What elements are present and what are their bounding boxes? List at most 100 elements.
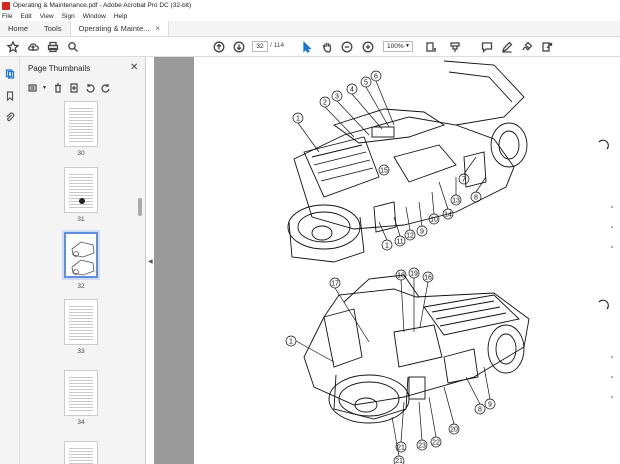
zoom-level-select[interactable]: 100% ▼ bbox=[383, 41, 413, 52]
acrobat-app-icon bbox=[2, 1, 10, 10]
diagram-label: 4 bbox=[350, 87, 354, 94]
binding-hole bbox=[598, 299, 609, 310]
thumbnail-number: 34 bbox=[77, 419, 85, 426]
tab-tools[interactable]: Tools bbox=[36, 21, 70, 36]
menu-edit[interactable]: Edit bbox=[20, 13, 31, 20]
highlight-marker-icon[interactable] bbox=[448, 40, 462, 54]
menu-file[interactable]: File bbox=[2, 13, 12, 20]
options-menu-icon[interactable] bbox=[26, 82, 40, 94]
rotate-clockwise-icon[interactable] bbox=[99, 82, 113, 94]
diagram-label: 5 bbox=[364, 80, 368, 87]
diagram-label: 13 bbox=[452, 198, 460, 205]
diagram-label: 11 bbox=[396, 239, 403, 246]
diagram-label: 1 bbox=[296, 116, 300, 123]
zoom-in-icon[interactable] bbox=[361, 40, 375, 54]
scrollbar-thumb[interactable] bbox=[138, 198, 142, 216]
diagram-label: 17 bbox=[331, 281, 339, 288]
diagram-label: 21 bbox=[397, 445, 405, 452]
diagram-label: 7 bbox=[462, 177, 466, 184]
tab-bar: Home Tools Operating & Mainte... × bbox=[0, 21, 620, 37]
tab-home-label: Home bbox=[8, 24, 29, 33]
diagram-label: 12 bbox=[406, 233, 414, 240]
bookmark-icon[interactable] bbox=[4, 90, 16, 102]
menu-view[interactable]: View bbox=[40, 13, 54, 20]
panel-toolbar: ▼ bbox=[26, 81, 115, 95]
thumbnail-scrollbar[interactable] bbox=[137, 58, 143, 458]
insert-page-icon[interactable] bbox=[67, 82, 81, 94]
diagram-label: 22 bbox=[432, 440, 440, 447]
diagram-label: 9 bbox=[420, 229, 424, 236]
tab-document-label: Operating & Mainte... bbox=[78, 24, 150, 33]
delete-page-icon[interactable] bbox=[51, 82, 65, 94]
diagram-label: 20 bbox=[450, 427, 458, 434]
thumbnail-list: 30 31 32 33 34 bbox=[20, 101, 138, 464]
diagram-label: 9 bbox=[488, 402, 492, 409]
window-title: Operating & Maintenance.pdf - Adobe Acro… bbox=[13, 2, 192, 9]
thumbnail-page-35[interactable] bbox=[64, 441, 98, 464]
panel-title: Page Thumbnails bbox=[28, 64, 91, 73]
diagram-label: 15 bbox=[380, 168, 388, 175]
menu-window[interactable]: Window bbox=[83, 13, 106, 20]
star-icon[interactable] bbox=[6, 40, 20, 54]
next-page-icon[interactable] bbox=[232, 40, 246, 54]
thumbnail-page-33[interactable] bbox=[64, 299, 98, 345]
page-total-label: / 114 bbox=[270, 42, 284, 49]
diagram-label: 18 bbox=[397, 273, 405, 280]
diagram-label: 8 bbox=[478, 407, 482, 414]
diagram-label: 10 bbox=[430, 217, 438, 224]
thumbnail-page-34[interactable] bbox=[64, 370, 98, 416]
page-thumbnails-icon[interactable] bbox=[4, 68, 16, 80]
menu-bar: File Edit View Sign Window Help bbox=[0, 11, 620, 21]
pen-draw-icon[interactable] bbox=[500, 40, 514, 54]
page-thumbnails-panel: Page Thumbnails ✕ ▼ 30 31 32 33 34 bbox=[20, 57, 146, 464]
upload-cloud-icon[interactable] bbox=[26, 40, 40, 54]
collapse-panel-arrow-icon[interactable]: ◀ bbox=[148, 258, 153, 265]
pdf-page: 1 2 3 4 5 6 7 8 9 10 11 12 13 14 15 1 17… bbox=[194, 57, 620, 464]
navigation-rail bbox=[0, 57, 20, 464]
document-view[interactable]: 1 2 3 4 5 6 7 8 9 10 11 12 13 14 15 1 17… bbox=[154, 57, 620, 464]
thumbnail-number: 31 bbox=[77, 216, 85, 223]
rotate-counterclockwise-icon[interactable] bbox=[83, 82, 97, 94]
thumbnail-number: 32 bbox=[77, 283, 85, 290]
diagram-label: 6 bbox=[374, 74, 378, 81]
attachment-paperclip-icon[interactable] bbox=[4, 111, 16, 123]
page-fit-icon[interactable] bbox=[424, 40, 438, 54]
diagram-label: 1 bbox=[385, 243, 389, 250]
diagram-label: 23 bbox=[418, 443, 426, 450]
thumbnail-page-30[interactable] bbox=[64, 101, 98, 147]
menu-help[interactable]: Help bbox=[114, 13, 127, 20]
sign-icon[interactable] bbox=[520, 40, 534, 54]
previous-page-icon[interactable] bbox=[212, 40, 226, 54]
zoom-out-icon[interactable] bbox=[340, 40, 354, 54]
select-cursor-icon[interactable] bbox=[300, 40, 314, 54]
menu-sign[interactable]: Sign bbox=[62, 13, 75, 20]
roller-diagram: 1 2 3 4 5 6 7 8 9 10 11 12 13 14 15 1 17… bbox=[285, 60, 613, 464]
diagram-label: 8 bbox=[474, 195, 478, 202]
chevron-down-icon: ▼ bbox=[405, 43, 410, 49]
diagram-label: 1 bbox=[289, 339, 293, 346]
diagram-label: 19 bbox=[410, 271, 418, 278]
diagram-label: 2 bbox=[323, 100, 327, 107]
comment-icon[interactable] bbox=[480, 40, 494, 54]
tab-tools-label: Tools bbox=[44, 24, 62, 33]
main-toolbar: 32 / 114 100% ▼ bbox=[0, 37, 620, 57]
tab-home[interactable]: Home bbox=[0, 21, 36, 36]
hand-tool-icon[interactable] bbox=[320, 40, 334, 54]
diagram-label: 21 bbox=[395, 458, 403, 464]
thumbnail-number: 30 bbox=[77, 150, 85, 157]
title-bar: Operating & Maintenance.pdf - Adobe Acro… bbox=[0, 0, 620, 11]
tab-document[interactable]: Operating & Mainte... × bbox=[69, 21, 170, 36]
thumbnail-page-31[interactable] bbox=[64, 167, 98, 213]
zoom-level-value: 100% bbox=[387, 43, 404, 50]
binding-hole bbox=[598, 139, 609, 150]
thumbnail-page-32[interactable] bbox=[64, 232, 98, 278]
share-link-icon[interactable] bbox=[540, 40, 554, 54]
find-icon[interactable] bbox=[66, 40, 80, 54]
diagram-label: 16 bbox=[424, 275, 432, 282]
options-chevron-icon[interactable]: ▼ bbox=[42, 85, 47, 91]
close-tab-icon[interactable]: × bbox=[155, 24, 160, 33]
page-number-input[interactable]: 32 bbox=[252, 41, 268, 52]
diagram-label: 3 bbox=[335, 94, 339, 101]
print-icon[interactable] bbox=[46, 40, 60, 54]
thumbnail-number: 33 bbox=[77, 348, 85, 355]
